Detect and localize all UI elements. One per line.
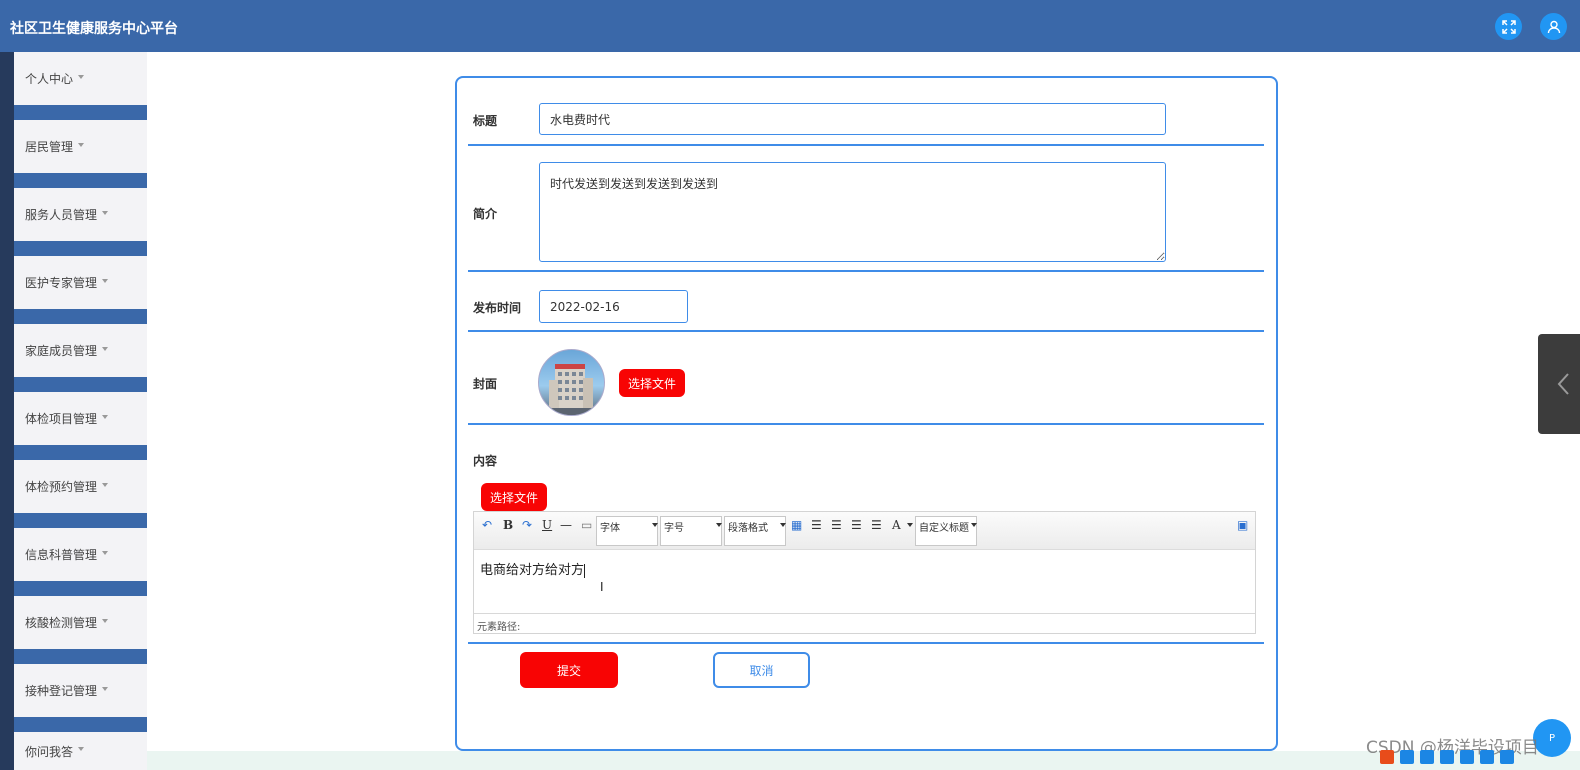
preview-icon[interactable]: ▣ [1237,518,1248,532]
cancel-button[interactable]: 取消 [713,652,810,688]
mic-icon [1440,750,1454,764]
cover-image [538,349,605,416]
divider [468,270,1264,272]
underline-icon[interactable]: U [542,518,552,532]
divider [468,642,1264,644]
sidebar-item-qa[interactable]: 你问我答 [14,732,147,770]
cover-label: 封面 [473,377,498,391]
sidebar-item-science-info[interactable]: 信息科普管理 [14,528,147,581]
divider [468,423,1264,425]
shirt-icon [1480,750,1494,764]
chevron-left-icon [1557,373,1569,395]
ibeam-cursor-icon: I [600,580,604,594]
editor-element-path: 元素路径: [474,613,1255,633]
sidebar-item-label: 服务人员管理 [25,208,98,222]
intro-textarea[interactable]: 时代发送到发送到发送到发送到 [539,162,1166,262]
sidebar-item-label: 信息科普管理 [25,548,98,562]
top-bar: 社区卫生健康服务中心平台 [0,0,1580,52]
align-left-icon[interactable]: ☰ [811,518,822,532]
sidebar-item-residents[interactable]: 居民管理 [14,120,147,173]
sidebar-item-label: 体检项目管理 [25,412,98,426]
intro-label: 简介 [473,207,498,221]
sidebar-item-checkup-appointments[interactable]: 体检预约管理 [14,460,147,513]
ime-icon [1420,750,1434,764]
date-label: 发布时间 [473,301,522,315]
building-image [539,364,604,415]
horizontal-rule-icon[interactable]: — [560,518,572,532]
sidebar-item-checkup-items[interactable]: 体检项目管理 [14,392,147,445]
user-icon [1547,20,1560,33]
caret-down-icon [102,346,109,351]
sidebar-item-label: 接种登记管理 [25,684,98,698]
expand-icon [1501,19,1516,34]
app-title: 社区卫生健康服务中心平台 [10,21,178,37]
caret-down-icon [102,210,109,215]
sidebar-item-label: 居民管理 [25,140,74,154]
font-color-icon[interactable]: A [892,518,901,532]
keyboard-icon [1460,750,1474,764]
sidebar-item-label: 体检预约管理 [25,480,98,494]
publish-date-input[interactable] [539,290,688,323]
undo-icon[interactable]: ↶ [482,518,492,532]
editor-body-text: 电商给对方给对方 [480,563,585,578]
divider [468,330,1264,332]
sidebar-item-personal-center[interactable]: 个人中心 [14,52,147,105]
align-right-icon[interactable]: ☰ [851,518,862,532]
ime-icon [1400,750,1414,764]
cover-choose-file-button[interactable]: 选择文件 [619,369,685,397]
caret-down-icon [78,74,85,79]
title-label: 标题 [473,114,498,128]
sidebar-strip [0,52,14,770]
caret-down-icon [102,482,109,487]
align-center-icon[interactable]: ☰ [831,518,842,532]
caret-down-icon [102,618,109,623]
caret-down-icon [78,142,85,147]
fullscreen-button[interactable] [1495,13,1522,40]
sidebar-item-label: 个人中心 [25,72,74,86]
submit-button[interactable]: 提交 [520,652,618,688]
sidebar-item-label: 家庭成员管理 [25,344,98,358]
chevron-down-icon [971,523,977,527]
content-label: 内容 [473,454,498,468]
custom-title-select[interactable]: 自定义标题 [915,516,977,546]
align-justify-icon[interactable]: ☰ [871,518,882,532]
chevron-down-icon [716,523,722,527]
rich-text-editor[interactable]: ↶ B ↷ U — ▭ 字体 字号 段落格式 ▦ ☰ ☰ ☰ ☰ A 自定义标题… [473,511,1256,634]
font-family-select[interactable]: 字体 [596,516,658,546]
chevron-down-icon [780,523,786,527]
caret-down-icon [78,747,85,751]
redo-icon[interactable]: ↷ [522,518,532,532]
paragraph-format-select[interactable]: 段落格式 [724,516,786,546]
ime-logo-icon [1380,750,1394,764]
font-size-select[interactable]: 字号 [660,516,722,546]
sidebar-item-family-members[interactable]: 家庭成员管理 [14,324,147,377]
divider [468,144,1264,146]
text-cursor [584,563,586,578]
sidebar-item-label: 医护专家管理 [25,276,98,290]
table-icon[interactable]: ▦ [791,518,802,532]
sidebar-item-label: 核酸检测管理 [25,616,98,630]
sidebar-item-nucleic-test[interactable]: 核酸检测管理 [14,596,147,649]
editor-content[interactable]: 电商给对方给对方 [480,559,586,578]
ime-toolbar [1380,748,1530,766]
caret-down-icon [102,550,109,555]
caret-down-icon [102,278,109,283]
user-button[interactable] [1540,13,1567,40]
sidebar-item-vaccination[interactable]: 接种登记管理 [14,664,147,717]
bold-icon[interactable]: B [503,518,513,532]
grid-icon [1500,750,1514,764]
chevron-down-icon [652,523,658,527]
paste-icon[interactable]: ▭ [581,518,592,532]
sidebar-item-label: 你问我答 [25,744,74,759]
content-choose-file-button[interactable]: 选择文件 [481,483,547,511]
caret-down-icon [102,686,109,691]
sidebar-item-medical-experts[interactable]: 医护专家管理 [14,256,147,309]
editor-toolbar: ↶ B ↷ U — ▭ 字体 字号 段落格式 ▦ ☰ ☰ ☰ ☰ A 自定义标题… [474,512,1255,550]
caret-down-icon [102,414,109,419]
title-input[interactable] [539,103,1166,135]
side-drawer-handle[interactable] [1538,334,1580,434]
chevron-down-icon [907,523,913,527]
sidebar-item-service-staff[interactable]: 服务人员管理 [14,188,147,241]
